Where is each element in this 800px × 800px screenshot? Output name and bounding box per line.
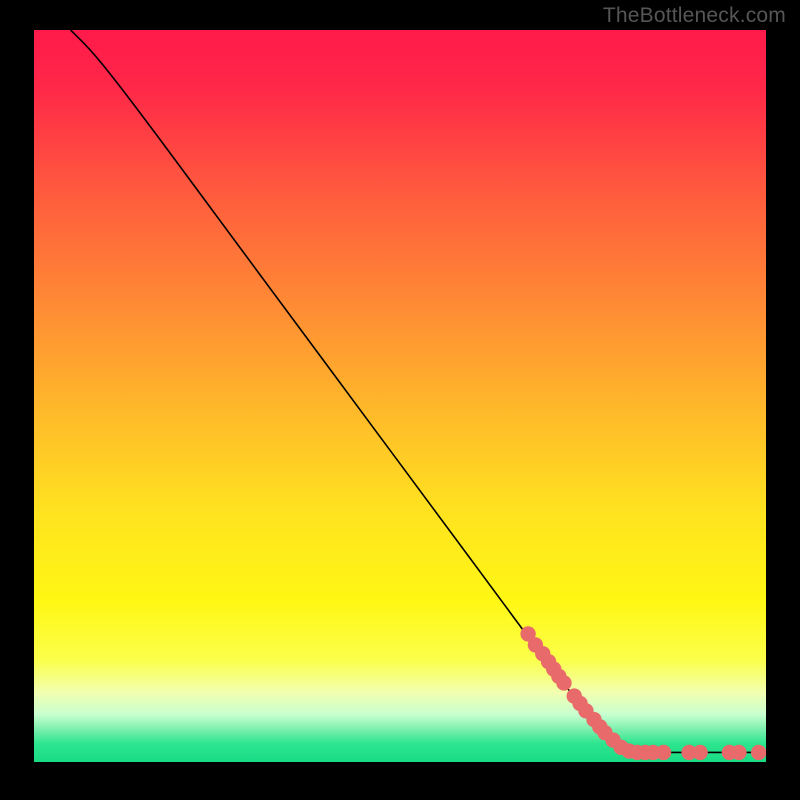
plot-area — [34, 30, 766, 762]
data-point — [556, 675, 571, 690]
watermark-text: TheBottleneck.com — [603, 4, 786, 28]
data-point — [656, 745, 671, 760]
chart-overlay — [34, 30, 766, 762]
data-point — [751, 745, 766, 760]
data-point — [731, 745, 746, 760]
data-points — [520, 626, 766, 760]
chart-frame: TheBottleneck.com — [0, 0, 800, 800]
bottleneck-curve — [71, 30, 759, 752]
data-point — [692, 745, 707, 760]
